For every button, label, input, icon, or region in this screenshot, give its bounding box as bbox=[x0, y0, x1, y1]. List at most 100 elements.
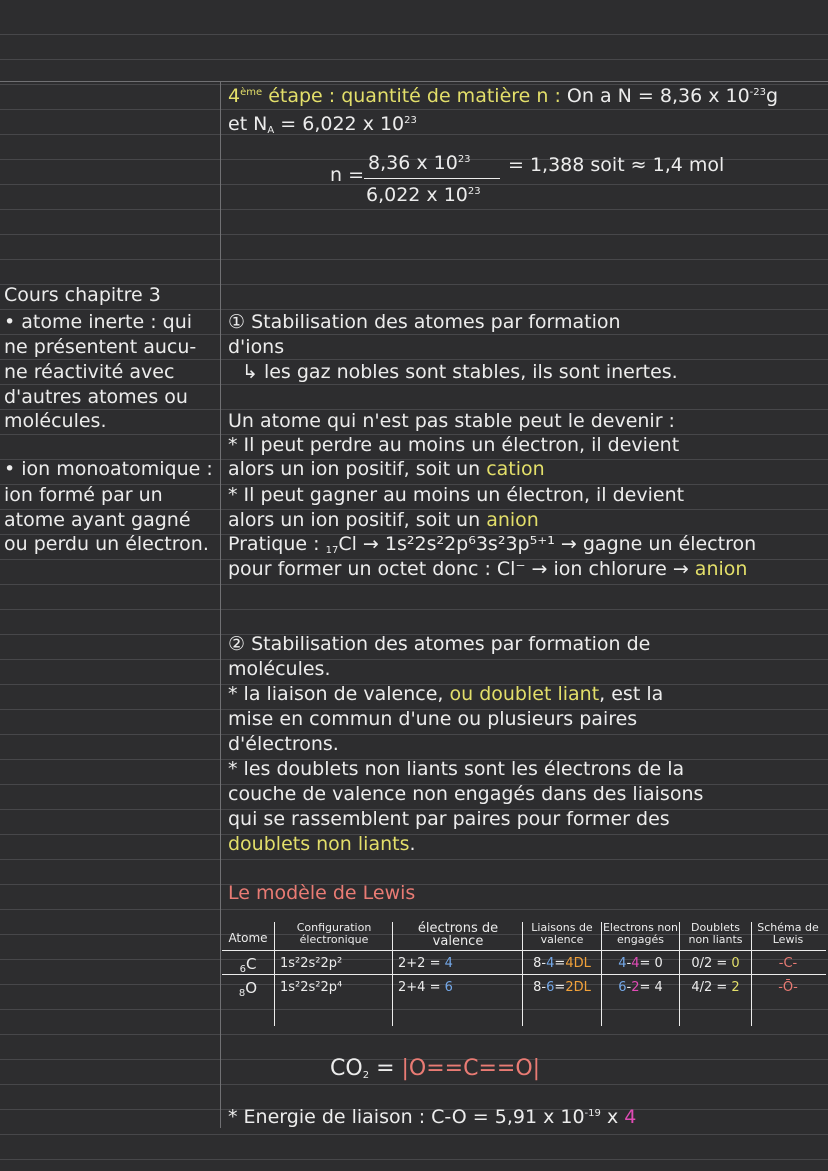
fraction-den-text: 6,022 x 10 bbox=[366, 184, 468, 206]
energy-line: * Energie de liaison : C-O = 5,91 x 10-1… bbox=[228, 1106, 636, 1128]
section1-arrow-line: ↳ les gaz nobles sont stables, ils sont … bbox=[242, 361, 678, 383]
doublets-pre: 0/2 = bbox=[691, 956, 728, 971]
top-rule bbox=[0, 81, 828, 82]
step4-title-num: 4 bbox=[228, 85, 241, 107]
energy-times: x bbox=[606, 1106, 619, 1128]
co2-eq: = bbox=[376, 1056, 395, 1081]
row-config: 1s²2s²2p⁴ bbox=[280, 980, 343, 995]
engages-a: 4 bbox=[618, 956, 627, 971]
section2-b2-l4: doublets non liants. bbox=[228, 833, 416, 855]
co2-c: C bbox=[463, 1056, 479, 1081]
b2-l4-end: . bbox=[409, 833, 416, 855]
liaisons-mid: = bbox=[554, 980, 566, 995]
section1-p1: Un atome qui n'est pas stable peut le de… bbox=[228, 410, 675, 432]
fraction-den-exp: 23 bbox=[467, 186, 481, 197]
th-electrons-valence: électrons de valence bbox=[417, 921, 499, 949]
section2-b1-l1: * la liaison de valence, ou doublet lian… bbox=[228, 683, 663, 705]
row-schema: -C- bbox=[778, 956, 798, 971]
liaisons-pre: 8- bbox=[533, 980, 547, 995]
fraction-numerator: 8,36 x 1023 bbox=[368, 152, 471, 174]
def2-line: ion formé par un bbox=[4, 484, 163, 506]
fraction-num-text: 8,36 x 10 bbox=[368, 152, 458, 174]
engages-post: = 0 bbox=[639, 956, 663, 971]
section1-practice-l2: pour former un octet donc : Cl⁻ → ion ch… bbox=[228, 558, 747, 580]
section2-b1-l3: d'électrons. bbox=[228, 733, 339, 755]
step4-line2-prefix: et N bbox=[228, 113, 268, 135]
table-row-rule bbox=[222, 974, 826, 975]
section2-b2-l1: * les doublets non liants sont les élect… bbox=[228, 758, 685, 780]
atom-symbol: C bbox=[245, 955, 257, 973]
table-row-atom: 6C bbox=[222, 955, 274, 975]
section2-title-2: molécules. bbox=[228, 658, 331, 680]
co2-lhs: CO bbox=[330, 1056, 363, 1081]
th-configuration: Configuration électronique bbox=[296, 921, 372, 946]
row-engages: 6-2= 4 bbox=[602, 980, 679, 996]
section1-title: ① Stabilisation des atomes par formation bbox=[228, 311, 621, 333]
step4-line1-unit: g bbox=[766, 85, 779, 107]
step4-line2-rest: = 6,022 x 10 bbox=[280, 113, 405, 135]
margin-rule bbox=[220, 81, 221, 1128]
energy-exp: -19 bbox=[584, 1108, 601, 1119]
def1-line: ne réactivité avec bbox=[4, 361, 175, 383]
lewis-heading: Le modèle de Lewis bbox=[228, 882, 416, 904]
th-doublets-non-liants: Doublets non liants bbox=[688, 921, 743, 946]
def1-line: • atome inerte : qui bbox=[4, 311, 193, 333]
b1-l1-pre: * la liaison de valence, bbox=[228, 683, 444, 705]
row-engages: 4-4= 0 bbox=[602, 956, 679, 972]
section1-b1-l2: alors un ion positif, soit un cation bbox=[228, 458, 545, 480]
def2-line: atome ayant gagné bbox=[4, 509, 191, 531]
fraction-result: = 1,388 soit ≈ 1,4 mol bbox=[508, 154, 725, 176]
co2-sub: 2 bbox=[362, 1070, 370, 1081]
def1-line: ne présentent aucu- bbox=[4, 336, 197, 358]
doublet-liant-hl: ou doublet liant bbox=[449, 683, 600, 705]
row-valence: 2+2 = 4 bbox=[394, 956, 526, 972]
cation-word: cation bbox=[486, 458, 545, 480]
step4-line2: et NA = 6,022 x 1023 bbox=[228, 113, 417, 136]
def2-line: • ion monoatomique : bbox=[4, 458, 213, 480]
step4-line1-rest: On a N = 8,36 x 10 bbox=[566, 85, 750, 107]
valence-pre: 2+2 = bbox=[398, 956, 441, 971]
fraction-lhs: n = bbox=[330, 164, 365, 186]
section2-b2-l3: qui se rassemblent par paires pour forme… bbox=[228, 808, 670, 830]
step4-title-text: étape : quantité de matière n : bbox=[268, 85, 561, 107]
table-header-rule bbox=[222, 950, 826, 951]
step4-line2-exp: 23 bbox=[404, 115, 417, 126]
section1-b2-l1: * Il peut gagner au moins un électron, i… bbox=[228, 484, 685, 506]
energy-factor: 4 bbox=[624, 1106, 637, 1128]
b1-l1-post: , est la bbox=[599, 683, 664, 705]
doublets-val: 2 bbox=[731, 980, 740, 995]
doublets-pre: 4/2 = bbox=[691, 980, 728, 995]
section2-title: ② Stabilisation des atomes par formation… bbox=[228, 633, 651, 655]
engages-a: 6 bbox=[618, 980, 627, 995]
valence-pre: 2+4 = bbox=[398, 980, 441, 995]
section1-b2-l2: alors un ion positif, soit un anion bbox=[228, 509, 539, 531]
valence-val: 6 bbox=[444, 980, 453, 995]
b2-l2-pre: alors un ion positif, soit un bbox=[228, 509, 481, 531]
table-row-atom: 8O bbox=[222, 980, 274, 999]
section2-b2-l2: couche de valence non engagés dans des l… bbox=[228, 783, 704, 805]
row-valence: 2+4 = 6 bbox=[394, 980, 526, 996]
th-schema-lewis: Schéma de Lewis bbox=[757, 921, 819, 946]
th-electrons-non-engages: Electrons non engagés bbox=[602, 921, 679, 946]
anion-word: anion bbox=[486, 509, 539, 531]
liaisons-b: 2DL bbox=[565, 980, 591, 995]
step4-title: 4ème étape : quantité de matière n : On … bbox=[228, 85, 778, 107]
def1-line: d'autres atomes ou bbox=[4, 386, 188, 408]
table-col-rule bbox=[274, 922, 275, 1026]
liaisons-b: 4DL bbox=[565, 956, 591, 971]
fraction-bar bbox=[364, 178, 500, 179]
doublets-val: 0 bbox=[731, 956, 740, 971]
step4-title-sup: ème bbox=[240, 87, 263, 98]
fraction-denominator: 6,022 x 1023 bbox=[366, 184, 481, 206]
row-config: 1s²2s²2p² bbox=[280, 956, 343, 971]
doublets-non-liants-hl: doublets non liants bbox=[228, 833, 410, 855]
row-doublets: 4/2 = 2 bbox=[680, 980, 751, 996]
co2-formula: CO2 = |O==C==O| bbox=[330, 1056, 540, 1082]
b1-l2-pre: alors un ion positif, soit un bbox=[228, 458, 481, 480]
th-atome: Atome bbox=[228, 931, 268, 945]
practice-anion-word: anion bbox=[694, 558, 748, 580]
co2-o2: O| bbox=[515, 1056, 541, 1081]
liaisons-mid: = bbox=[554, 956, 566, 971]
practice-l2-pre: pour former un octet donc : Cl⁻ → ion ch… bbox=[228, 558, 689, 580]
section2-b1-l2: mise en commun d'une ou plusieurs paires bbox=[228, 708, 638, 730]
